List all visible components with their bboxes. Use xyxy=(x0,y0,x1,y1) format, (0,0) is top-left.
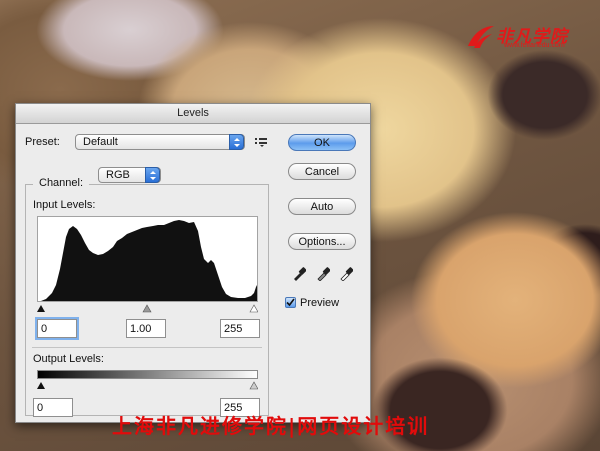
logo-subtext: www.feifanedu.com xyxy=(504,42,565,49)
output-gradient-bar xyxy=(37,370,258,379)
preset-select[interactable]: Default xyxy=(75,134,245,150)
gamma-slider[interactable] xyxy=(142,304,152,313)
dialog-title: Levels xyxy=(177,107,209,119)
preview-checkbox[interactable] xyxy=(285,297,296,308)
output-white-slider[interactable] xyxy=(249,381,258,390)
logo-mark-icon xyxy=(468,26,494,48)
cancel-button[interactable]: Cancel xyxy=(288,163,356,180)
input-slider-track xyxy=(37,304,258,313)
channel-value: RGB xyxy=(106,169,130,181)
gray-eyedropper-icon[interactable] xyxy=(316,265,330,281)
options-button[interactable]: Options... xyxy=(288,233,356,250)
output-levels-label: Output Levels: xyxy=(33,353,104,365)
white-point-slider[interactable] xyxy=(249,304,258,313)
ok-button[interactable]: OK xyxy=(288,134,356,151)
white-eyedropper-icon[interactable] xyxy=(339,265,353,281)
auto-button[interactable]: Auto xyxy=(288,198,356,215)
output-slider-track xyxy=(37,381,258,390)
select-arrows-icon xyxy=(145,167,160,183)
input-white-field[interactable]: 255 xyxy=(220,319,260,338)
select-arrows-icon xyxy=(229,134,244,150)
black-point-slider[interactable] xyxy=(37,305,45,312)
input-levels-label: Input Levels: xyxy=(33,199,96,211)
checkmark-icon xyxy=(286,298,295,307)
histogram xyxy=(37,216,258,302)
preview-label: Preview xyxy=(300,297,340,309)
channel-label: Channel: xyxy=(33,177,90,189)
output-black-field[interactable]: 0 xyxy=(33,398,73,417)
footer-watermark: 上海非凡进修学院|网页设计培训 xyxy=(112,414,430,438)
title-bar[interactable]: Levels xyxy=(16,104,370,124)
preset-label: Preset: xyxy=(25,136,60,148)
output-black-slider[interactable] xyxy=(37,382,45,389)
histogram-shape xyxy=(38,220,257,301)
input-gamma-field[interactable]: 1.00 xyxy=(126,319,166,338)
levels-dialog: Levels Preset: Default OK Cancel Auto Op… xyxy=(15,103,371,423)
preset-options-icon[interactable] xyxy=(255,137,267,147)
divider xyxy=(32,347,262,348)
school-logo: 非凡学院 www.feifanedu.com xyxy=(466,18,578,54)
channel-select[interactable]: RGB xyxy=(98,167,161,183)
preset-value: Default xyxy=(83,136,118,148)
input-black-field[interactable]: 0 xyxy=(37,319,77,338)
black-eyedropper-icon[interactable] xyxy=(292,265,306,281)
